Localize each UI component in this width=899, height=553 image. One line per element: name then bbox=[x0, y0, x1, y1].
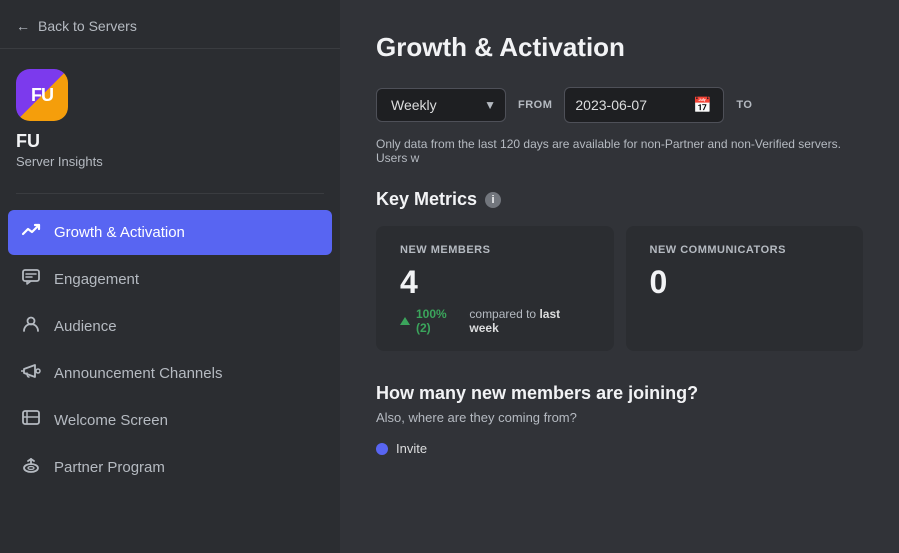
sidebar-divider bbox=[16, 193, 324, 194]
from-date-input[interactable] bbox=[575, 97, 685, 113]
key-metrics-label: Key Metrics bbox=[376, 189, 477, 210]
engagement-icon bbox=[20, 267, 42, 292]
server-name: FU bbox=[16, 131, 40, 152]
sidebar-item-audience-label: Audience bbox=[54, 318, 117, 335]
sidebar-item-welcome[interactable]: Welcome Screen bbox=[8, 398, 332, 443]
sidebar-item-partner[interactable]: Partner Program bbox=[8, 445, 332, 490]
sidebar-item-partner-label: Partner Program bbox=[54, 459, 165, 476]
period-dropdown-wrapper: Weekly Daily Monthly ▼ bbox=[376, 88, 506, 122]
metric-value-new-communicators: 0 bbox=[650, 264, 840, 301]
growth-icon bbox=[20, 220, 42, 245]
back-to-servers-label: Back to Servers bbox=[38, 18, 137, 34]
sidebar: ← Back to Servers FU FU Server Insights … bbox=[0, 0, 340, 553]
sidebar-item-engagement[interactable]: Engagement bbox=[8, 257, 332, 302]
sidebar-item-audience[interactable]: Audience bbox=[8, 304, 332, 349]
from-date-wrapper: 📅 bbox=[564, 87, 724, 123]
sidebar-item-growth-label: Growth & Activation bbox=[54, 224, 185, 241]
to-label: TO bbox=[736, 99, 752, 111]
sidebar-item-announcement[interactable]: Announcement Channels bbox=[8, 351, 332, 396]
legend-row: Invite bbox=[376, 441, 863, 456]
audience-icon bbox=[20, 314, 42, 339]
legend-dot-invite bbox=[376, 443, 388, 455]
metric-value-new-members: 4 bbox=[400, 264, 590, 301]
page-title: Growth & Activation bbox=[376, 32, 863, 63]
trend-value: 100% (2) bbox=[416, 307, 463, 335]
metric-change-new-members: 100% (2) compared to last week bbox=[400, 307, 590, 335]
main-content: Growth & Activation Weekly Daily Monthly… bbox=[340, 0, 899, 553]
join-section-subtitle: Also, where are they coming from? bbox=[376, 410, 863, 425]
partner-icon bbox=[20, 455, 42, 480]
from-label: FROM bbox=[518, 99, 552, 111]
info-text: Only data from the last 120 days are ava… bbox=[376, 137, 863, 165]
sidebar-item-announcement-label: Announcement Channels bbox=[54, 365, 222, 382]
period-dropdown[interactable]: Weekly Daily Monthly bbox=[376, 88, 506, 122]
filters-row: Weekly Daily Monthly ▼ FROM 📅 TO bbox=[376, 87, 863, 123]
trend-text: compared to last week bbox=[469, 307, 589, 335]
welcome-icon bbox=[20, 408, 42, 433]
server-icon-text: FU bbox=[31, 85, 53, 106]
join-section-title: How many new members are joining? bbox=[376, 383, 863, 404]
server-icon: FU bbox=[16, 69, 68, 121]
metric-label-new-members: NEW MEMBERS bbox=[400, 244, 590, 256]
metrics-row: NEW MEMBERS 4 100% (2) compared to last … bbox=[376, 226, 863, 351]
legend-label-invite: Invite bbox=[396, 441, 427, 456]
back-to-servers-button[interactable]: ← Back to Servers bbox=[0, 0, 340, 49]
back-arrow-icon: ← bbox=[16, 18, 30, 34]
sidebar-item-growth[interactable]: Growth & Activation bbox=[8, 210, 332, 255]
nav-items: Growth & Activation Engagement Audie bbox=[0, 202, 340, 498]
server-subtitle: Server Insights bbox=[16, 154, 103, 169]
key-metrics-title: Key Metrics i bbox=[376, 189, 863, 210]
calendar-icon[interactable]: 📅 bbox=[693, 96, 712, 114]
metric-card-new-communicators: NEW COMMUNICATORS 0 bbox=[626, 226, 864, 351]
metric-card-new-members: NEW MEMBERS 4 100% (2) compared to last … bbox=[376, 226, 614, 351]
join-section: How many new members are joining? Also, … bbox=[376, 383, 863, 456]
trend-up-icon bbox=[400, 317, 410, 325]
server-info: FU FU Server Insights bbox=[0, 49, 340, 185]
info-icon[interactable]: i bbox=[485, 192, 501, 208]
sidebar-item-welcome-label: Welcome Screen bbox=[54, 412, 168, 429]
sidebar-item-engagement-label: Engagement bbox=[54, 271, 139, 288]
announcement-icon bbox=[20, 361, 42, 386]
metric-label-new-communicators: NEW COMMUNICATORS bbox=[650, 244, 840, 256]
